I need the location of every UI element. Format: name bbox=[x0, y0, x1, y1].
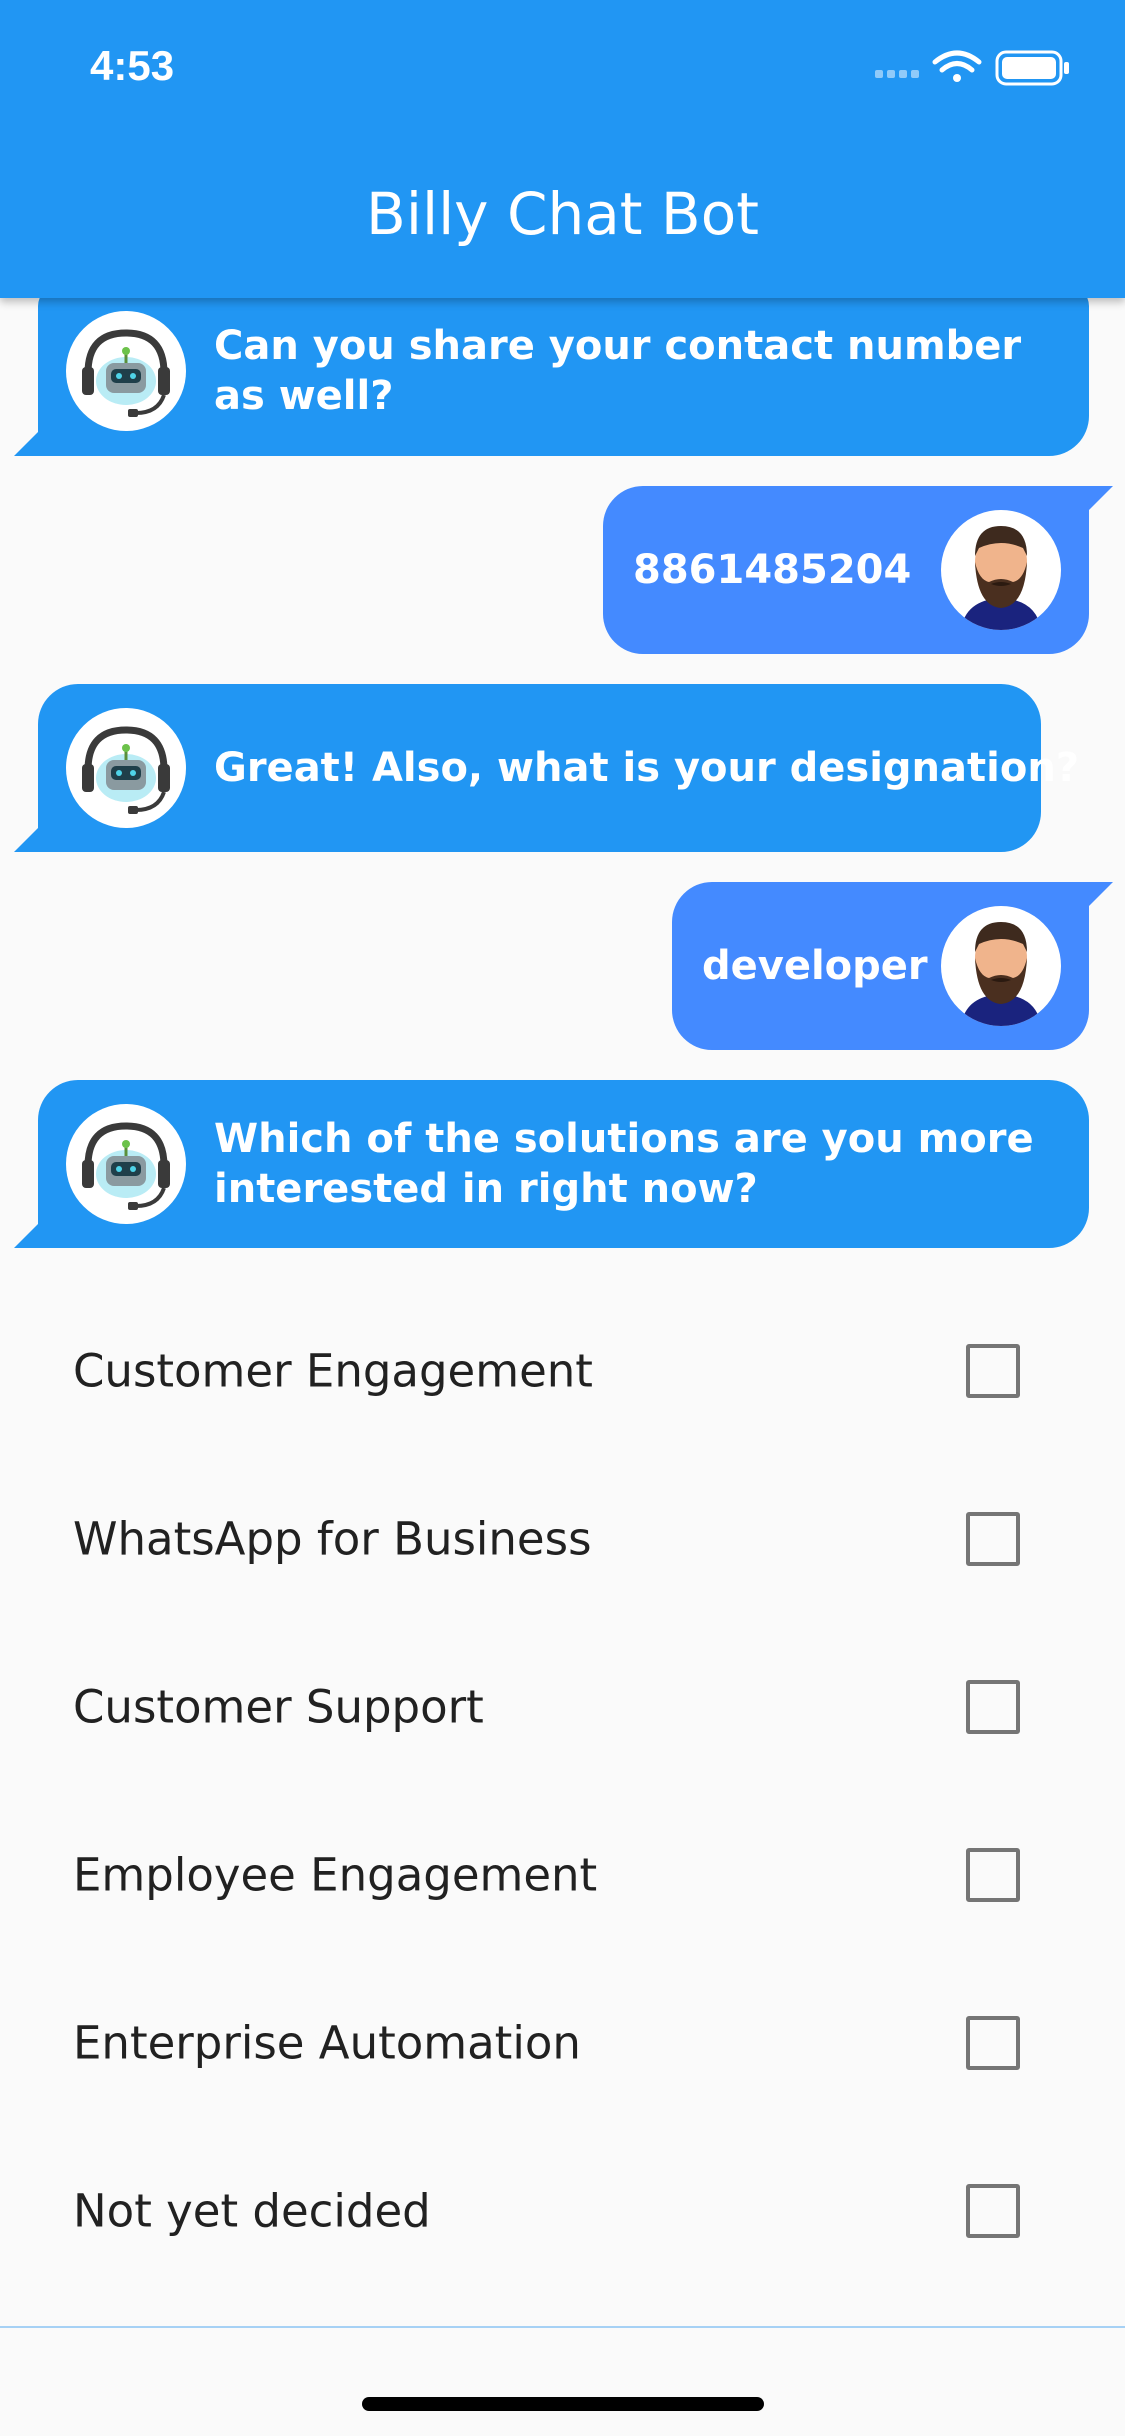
app-bar: 4:53 Billy Chat Bot bbox=[0, 0, 1125, 298]
option-customer-support[interactable]: Customer Support bbox=[0, 1623, 1125, 1791]
user-avatar bbox=[941, 510, 1061, 630]
robot-icon bbox=[68, 710, 184, 826]
message-text: Great! Also, what is your designation? bbox=[214, 745, 1080, 791]
bot-avatar bbox=[66, 311, 186, 431]
signal-icon bbox=[875, 70, 919, 78]
option-employee-engagement[interactable]: Employee Engagement bbox=[0, 1791, 1125, 1959]
option-label: Customer Engagement bbox=[73, 1344, 593, 1398]
wifi-icon bbox=[932, 50, 982, 82]
option-label: Employee Engagement bbox=[73, 1848, 598, 1902]
user-avatar bbox=[941, 906, 1061, 1026]
checkbox[interactable] bbox=[966, 2016, 1020, 2070]
checkbox[interactable] bbox=[966, 1680, 1020, 1734]
message-text: developer bbox=[702, 943, 928, 989]
bottom-divider bbox=[0, 2326, 1125, 2328]
message-text: Can you share your contact number as wel… bbox=[214, 323, 1022, 419]
status-icons bbox=[875, 46, 1085, 90]
option-label: Not yet decided bbox=[73, 2184, 431, 2238]
bearded-man-icon bbox=[943, 512, 1059, 630]
battery-icon bbox=[995, 50, 1069, 86]
option-label: Enterprise Automation bbox=[73, 2016, 581, 2070]
option-whatsapp-for-business[interactable]: WhatsApp for Business bbox=[0, 1455, 1125, 1623]
bot-avatar bbox=[66, 1104, 186, 1224]
bot-message: Can you share your contact number as wel… bbox=[14, 286, 1089, 456]
checkbox[interactable] bbox=[966, 1848, 1020, 1902]
user-message: 8861485204 bbox=[603, 486, 1113, 654]
page-title: Billy Chat Bot bbox=[366, 180, 759, 248]
checkbox[interactable] bbox=[966, 1512, 1020, 1566]
option-label: Customer Support bbox=[73, 1680, 484, 1734]
bot-message: Which of the solutions are you more inte… bbox=[14, 1080, 1089, 1248]
option-enterprise-automation[interactable]: Enterprise Automation bbox=[0, 1959, 1125, 2127]
option-label: WhatsApp for Business bbox=[73, 1512, 592, 1566]
robot-icon bbox=[68, 1106, 184, 1222]
checkbox[interactable] bbox=[966, 1344, 1020, 1398]
bearded-man-icon bbox=[943, 908, 1059, 1026]
message-text: 8861485204 bbox=[633, 547, 912, 593]
status-time: 4:53 bbox=[90, 42, 175, 89]
option-not-yet-decided[interactable]: Not yet decided bbox=[0, 2127, 1125, 2295]
message-text: Which of the solutions are you more inte… bbox=[214, 1116, 1034, 1212]
checkbox[interactable] bbox=[966, 2184, 1020, 2238]
option-customer-engagement[interactable]: Customer Engagement bbox=[0, 1287, 1125, 1455]
bot-avatar bbox=[66, 708, 186, 828]
home-indicator[interactable] bbox=[362, 2397, 764, 2411]
user-message: developer bbox=[672, 882, 1113, 1050]
robot-icon bbox=[68, 313, 184, 429]
bot-message: Great! Also, what is your designation? bbox=[14, 684, 1080, 852]
